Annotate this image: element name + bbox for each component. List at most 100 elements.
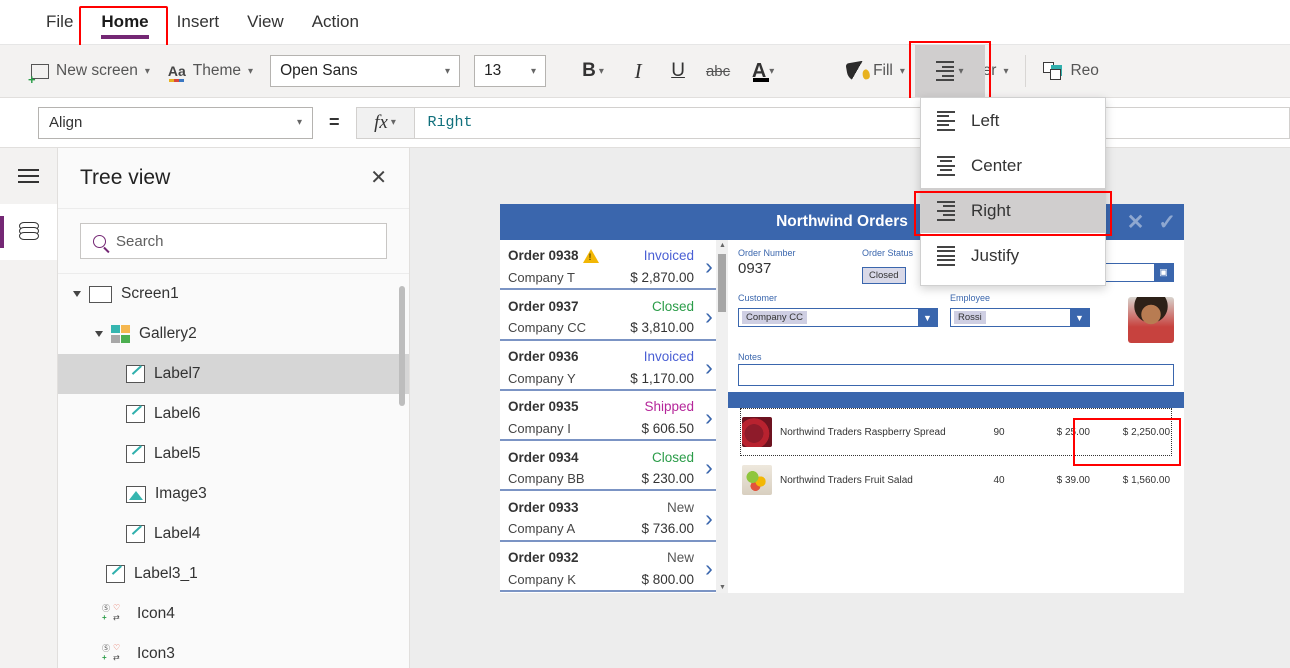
tree-view-title: Tree view bbox=[80, 166, 171, 189]
notes-input[interactable] bbox=[738, 364, 1174, 386]
close-icon[interactable]: ✕ bbox=[370, 168, 387, 188]
line-item-row[interactable]: Northwind Traders Fruit Salad 40 $ 39.00… bbox=[738, 456, 1174, 504]
chevron-expand-icon[interactable] bbox=[73, 291, 81, 297]
app-body: Order 0938 Invoiced › Company T $ 2,870.… bbox=[500, 240, 1184, 593]
tree-scrollbar[interactable] bbox=[399, 286, 405, 406]
active-indicator bbox=[0, 216, 4, 248]
chevron-down-icon[interactable]: ▼ bbox=[1070, 309, 1089, 326]
order-status: Closed bbox=[651, 298, 694, 314]
customer-dropdown[interactable]: Company CC ▼ bbox=[738, 308, 938, 327]
fill-button[interactable]: Fill bbox=[838, 51, 914, 91]
confirm-icon[interactable]: ✓ bbox=[1158, 210, 1176, 235]
menu-tab-view[interactable]: View bbox=[233, 0, 298, 45]
search-input[interactable]: Search bbox=[80, 223, 387, 259]
chevron-down-icon bbox=[599, 66, 604, 77]
chevron-down-icon bbox=[769, 66, 774, 77]
field-value: 0937 bbox=[738, 260, 772, 277]
gallery-item[interactable]: Order 0938 Invoiced › Company T $ 2,870.… bbox=[500, 240, 728, 291]
new-screen-icon bbox=[28, 63, 49, 86]
tree-item-image3[interactable]: Image3 bbox=[58, 474, 409, 514]
tree-item-label3-1[interactable]: Label3_1 bbox=[58, 554, 409, 594]
font-family-select[interactable]: Open Sans bbox=[270, 55, 461, 87]
tree-item-screen1[interactable]: Screen1 bbox=[58, 274, 409, 314]
chevron-down-icon bbox=[531, 66, 536, 77]
align-button[interactable] bbox=[915, 45, 985, 97]
theme-icon: Aa bbox=[167, 63, 186, 82]
formula-input[interactable]: Right bbox=[413, 106, 1290, 139]
theme-button[interactable]: Aa Theme bbox=[159, 51, 262, 91]
theme-label: Theme bbox=[192, 62, 242, 79]
tree-item-label: Label4 bbox=[154, 525, 201, 542]
gallery-item[interactable]: Order 0932 New › Company K $ 800.00 bbox=[500, 542, 728, 593]
tree-item-label: Icon4 bbox=[137, 605, 175, 622]
order-number: Order 0933 bbox=[508, 499, 579, 515]
reorder-icon bbox=[1043, 61, 1063, 81]
fx-button[interactable]: fx bbox=[355, 106, 414, 139]
scroll-down-icon[interactable]: ▼ bbox=[719, 584, 726, 591]
order-amount: $ 736.00 bbox=[641, 521, 694, 537]
product-price: $ 25.00 bbox=[1056, 426, 1090, 438]
align-menu-item-center[interactable]: Center bbox=[921, 143, 1105, 188]
gallery-item[interactable]: Order 0934 Closed › Company BB $ 230.00 bbox=[500, 441, 728, 492]
gallery-icon bbox=[111, 325, 130, 343]
strikethrough-button[interactable]: abc bbox=[698, 51, 738, 91]
menu-tab-insert[interactable]: Insert bbox=[163, 0, 234, 45]
gallery-item[interactable]: Order 0937 Closed › Company CC $ 3,810.0… bbox=[500, 290, 728, 341]
underline-button[interactable]: U bbox=[658, 51, 698, 91]
tree-item-gallery2[interactable]: Gallery2 bbox=[58, 314, 409, 354]
chevron-down-icon[interactable]: ▼ bbox=[918, 309, 937, 326]
powerapps-studio: File Home Insert View Action New screen … bbox=[0, 0, 1290, 668]
gallery-item[interactable]: Order 0936 Invoiced › Company Y $ 1,170.… bbox=[500, 341, 728, 391]
order-status: Invoiced bbox=[643, 348, 694, 364]
align-center-icon bbox=[937, 155, 955, 176]
scroll-up-icon[interactable]: ▲ bbox=[719, 242, 726, 249]
underline-label: U bbox=[671, 60, 685, 81]
tree-item-icon4[interactable]: Ⓢ ♡ + ⇄ Icon4 bbox=[58, 594, 409, 634]
tree-item-icon3[interactable]: Ⓢ ♡ + ⇄ Icon3 bbox=[58, 634, 409, 668]
tree-item-label4[interactable]: Label4 bbox=[58, 514, 409, 554]
product-total: $ 2,250.00 bbox=[1122, 426, 1170, 438]
hamburger-icon bbox=[18, 169, 39, 183]
align-menu-item-justify[interactable]: Justify bbox=[921, 233, 1105, 278]
order-number: Order 0935 bbox=[508, 399, 579, 415]
chevron-expand-icon[interactable] bbox=[95, 331, 103, 337]
rail-item-tree-view[interactable] bbox=[0, 204, 57, 260]
field-value[interactable]: Closed bbox=[862, 267, 906, 284]
new-screen-label: New screen bbox=[56, 62, 138, 79]
label-icon bbox=[126, 405, 145, 423]
italic-button[interactable]: I bbox=[618, 51, 658, 91]
font-size-select[interactable]: 13 bbox=[474, 55, 547, 87]
menu-tab-file[interactable]: File bbox=[32, 0, 87, 45]
menu-tab-home[interactable]: Home bbox=[87, 0, 162, 45]
order-company: Company BB bbox=[508, 471, 585, 487]
order-company: Company I bbox=[508, 420, 571, 436]
bold-button[interactable]: B bbox=[568, 51, 618, 91]
hamburger-menu-button[interactable] bbox=[0, 148, 57, 204]
order-amount: $ 230.00 bbox=[641, 471, 694, 487]
property-select[interactable]: Align bbox=[38, 106, 313, 139]
tree-item-label5[interactable]: Label5 bbox=[58, 434, 409, 474]
tree-item-label6[interactable]: Label6 bbox=[58, 394, 409, 434]
cancel-icon[interactable]: ✕ bbox=[1127, 210, 1145, 235]
employee-dropdown[interactable]: Rossi ▼ bbox=[950, 308, 1090, 327]
reorder-button[interactable]: Reo bbox=[1034, 51, 1107, 91]
gallery-scroll-thumb[interactable] bbox=[718, 254, 726, 312]
calendar-icon[interactable]: ▣ bbox=[1154, 264, 1173, 281]
new-screen-button[interactable]: New screen bbox=[22, 51, 159, 91]
header-actions: ✕ ✓ bbox=[1127, 204, 1176, 240]
label-icon bbox=[106, 565, 125, 583]
order-company: Company K bbox=[508, 571, 576, 587]
align-menu-item-right[interactable]: Right bbox=[921, 188, 1105, 233]
gallery-item[interactable]: Order 0933 New › Company A $ 736.00 bbox=[500, 491, 728, 542]
font-color-button[interactable]: A bbox=[738, 51, 788, 91]
align-menu-item-left[interactable]: Left bbox=[921, 98, 1105, 143]
line-item-row[interactable]: Northwind Traders Raspberry Spread 90 $ … bbox=[738, 408, 1174, 456]
order-company: Company CC bbox=[508, 320, 587, 336]
align-justify-icon bbox=[937, 245, 955, 266]
product-qty: 90 bbox=[993, 426, 1005, 438]
product-name: Northwind Traders Raspberry Spread bbox=[780, 426, 946, 438]
gallery-item[interactable]: Order 0935 Shipped › Company I $ 606.50 bbox=[500, 391, 728, 442]
gallery-scrollbar[interactable]: ▲ ▼ bbox=[716, 240, 728, 593]
menu-tab-action[interactable]: Action bbox=[298, 0, 373, 45]
tree-item-label7[interactable]: Label7 bbox=[58, 354, 409, 394]
